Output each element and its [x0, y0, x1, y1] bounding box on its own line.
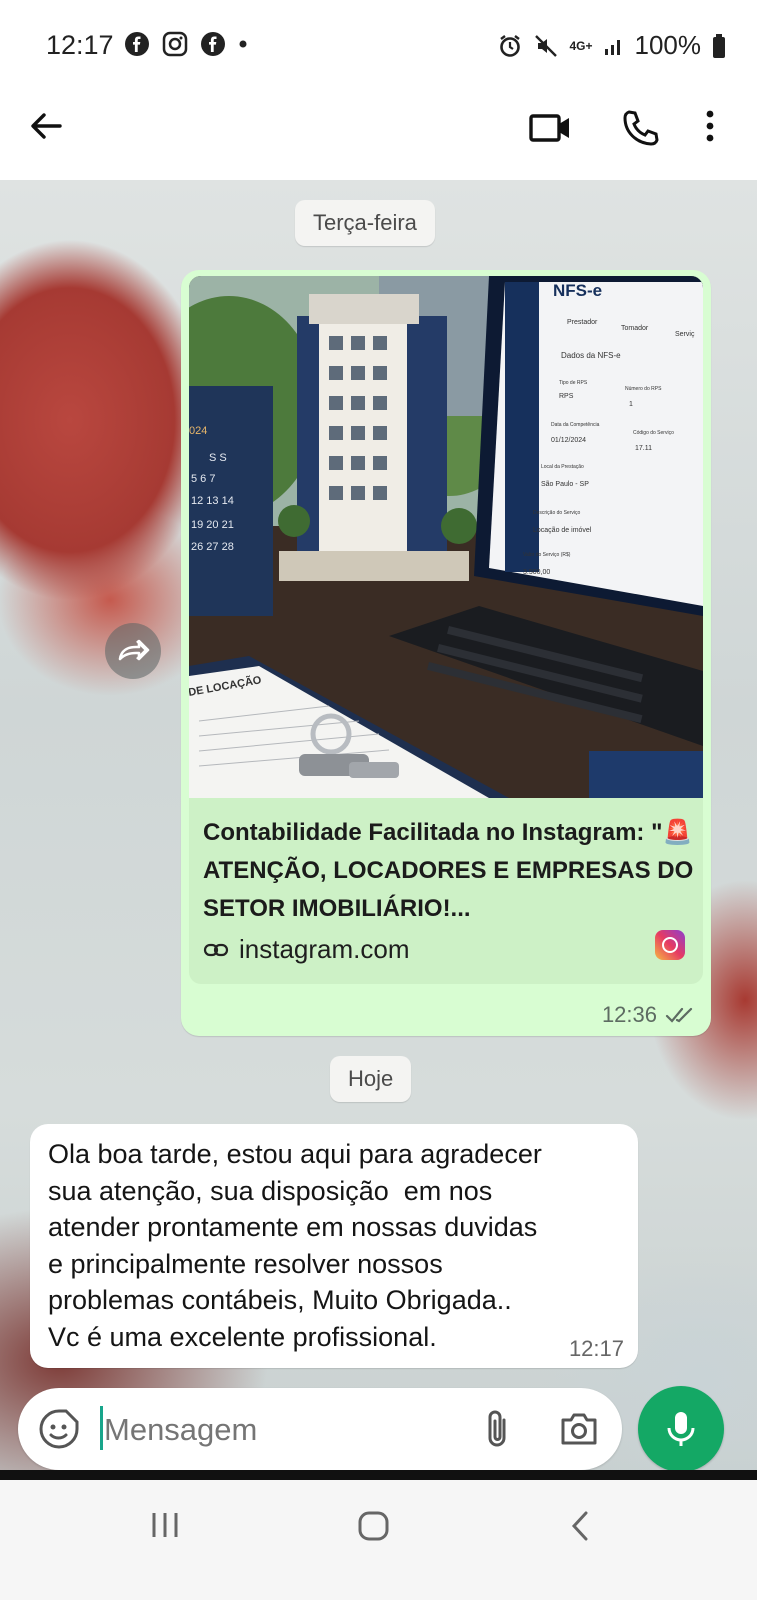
svg-text:Local da Prestação: Local da Prestação	[541, 464, 584, 470]
svg-text:Descrição do Serviço: Descrição do Serviço	[533, 510, 580, 516]
svg-text:5 6 7: 5 6 7	[191, 473, 215, 485]
message-input[interactable]	[102, 1402, 466, 1458]
instagram-icon	[162, 31, 188, 57]
mute-icon	[535, 34, 558, 57]
message-text: Ola boa tarde, estou aqui para agradecer…	[48, 1139, 542, 1352]
microphone-button[interactable]	[638, 1386, 724, 1472]
message-time: 12:17	[568, 1336, 624, 1361]
double-check-icon	[665, 1007, 693, 1023]
back-icon[interactable]	[568, 1510, 594, 1542]
sticker-icon[interactable]	[38, 1408, 80, 1450]
link-preview-title: Contabilidade Facilitada no Instagram: "…	[203, 819, 694, 922]
svg-text:S S: S S	[209, 452, 227, 464]
svg-text:Dados da NFS-e: Dados da NFS-e	[561, 351, 621, 360]
svg-text:Valor do Serviço (R$): Valor do Serviço (R$)	[523, 552, 571, 558]
svg-text:Data da Competência: Data da Competência	[551, 422, 600, 428]
svg-text:Código do Serviço: Código do Serviço	[633, 430, 674, 436]
battery-icon	[713, 33, 725, 58]
date-chip: Hoje	[330, 1056, 412, 1102]
instagram-logo-icon	[655, 930, 685, 960]
alarm-icon	[500, 34, 521, 57]
svg-text:26 27 28: 26 27 28	[191, 541, 234, 553]
outgoing-message[interactable]: 024 S S 5 6 7 12 13 14 19 20 21 26 27 28…	[181, 270, 711, 1036]
svg-text:Número do RPS: Número do RPS	[625, 386, 662, 392]
recent-apps-icon[interactable]	[148, 1510, 182, 1540]
link-domain-text: instagram.com	[239, 934, 410, 964]
date-chip: Terça-feira	[295, 200, 435, 246]
svg-text:RPS: RPS	[559, 393, 574, 400]
video-call-icon[interactable]	[528, 108, 572, 148]
battery-percent: 100%	[634, 30, 702, 60]
svg-text:São Paulo - SP: São Paulo - SP	[541, 481, 589, 488]
notification-icons	[124, 30, 248, 57]
message-meta: 12:36	[602, 1002, 695, 1028]
status-time: 12:17	[46, 30, 114, 60]
link-preview-card[interactable]: Contabilidade Facilitada no Instagram: "…	[189, 798, 703, 984]
svg-text:Locação de imóvel: Locação de imóvel	[533, 527, 592, 534]
link-domain[interactable]: instagram.com	[203, 934, 410, 965]
more-vertical-icon[interactable]	[704, 108, 716, 148]
chat-area[interactable]: Terça-feira 024 S S 5 6 7 12 13 14 19 20…	[0, 180, 757, 1505]
svg-text:12 13 14: 12 13 14	[191, 495, 234, 507]
svg-text:Serviç: Serviç	[675, 331, 695, 338]
svg-text:3.500,00: 3.500,00	[523, 569, 550, 576]
dot-icon	[239, 40, 247, 48]
message-time: 12:36	[601, 1002, 657, 1027]
message-composer	[18, 1388, 622, 1470]
incoming-message[interactable]: Ola boa tarde, estou aqui para agradecer…	[30, 1124, 638, 1368]
svg-text:Prestador: Prestador	[567, 319, 598, 326]
svg-text:01/12/2024: 01/12/2024	[551, 437, 586, 444]
back-arrow-icon[interactable]	[26, 106, 66, 146]
system-nav-bar	[0, 1480, 757, 1600]
system-status: 4G+ 100%	[497, 30, 727, 61]
nfse-title: NFS-e	[553, 281, 602, 300]
facebook-icon	[201, 32, 226, 57]
svg-text:1: 1	[629, 401, 633, 408]
camera-icon[interactable]	[558, 1408, 600, 1450]
link-preview-image[interactable]: 024 S S 5 6 7 12 13 14 19 20 21 26 27 28…	[189, 276, 703, 798]
paperclip-icon[interactable]	[480, 1408, 516, 1452]
chat-header	[0, 92, 757, 180]
divider	[0, 1470, 757, 1480]
calendar-year: 024	[189, 425, 207, 437]
phone-icon[interactable]	[620, 108, 660, 148]
svg-text:Tomador: Tomador	[621, 325, 649, 332]
facebook-icon	[125, 32, 149, 57]
svg-text:19 20 21: 19 20 21	[191, 519, 234, 531]
home-icon[interactable]	[357, 1510, 391, 1542]
forward-icon	[118, 639, 150, 661]
forward-button[interactable]	[105, 623, 161, 679]
link-icon	[203, 943, 229, 956]
signal-icon	[604, 39, 620, 55]
status-bar: 12:17 4G+ 100%	[0, 0, 757, 92]
svg-text:Tipo de RPS: Tipo de RPS	[559, 380, 588, 386]
microphone-icon	[667, 1412, 695, 1446]
network-type: 4G+	[569, 38, 593, 53]
svg-text:17.11: 17.11	[635, 445, 652, 452]
